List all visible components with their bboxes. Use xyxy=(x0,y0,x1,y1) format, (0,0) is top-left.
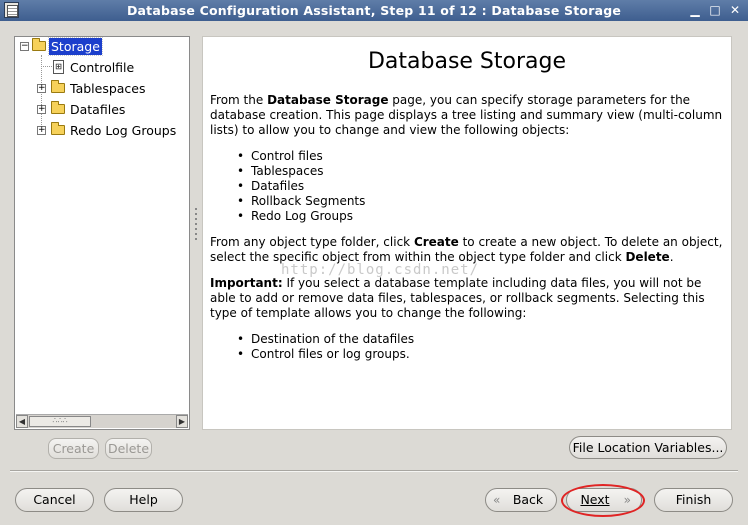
cancel-button[interactable]: Cancel xyxy=(15,488,94,512)
folder-icon xyxy=(51,101,65,114)
scrollbar-thumb[interactable]: ∴∴∴ xyxy=(29,416,91,427)
list-item: Control files or log groups. xyxy=(233,347,414,362)
expand-redo-log-groups-icon[interactable]: + xyxy=(37,126,46,135)
title-bar: Database Configuration Assistant, Step 1… xyxy=(0,0,748,21)
list-item: Redo Log Groups xyxy=(233,209,365,224)
expand-tablespaces-icon[interactable]: + xyxy=(37,84,46,93)
folder-icon xyxy=(51,80,65,93)
tree-item-label: Controlfile xyxy=(70,60,135,75)
list-item: Datafiles xyxy=(233,179,365,194)
tree-item-label: Tablespaces xyxy=(70,81,146,96)
panel-splitter[interactable] xyxy=(194,205,198,265)
delete-button[interactable]: Delete xyxy=(105,438,152,459)
list-item: Tablespaces xyxy=(233,164,365,179)
divider xyxy=(10,470,738,472)
document-icon: ⊞ xyxy=(53,60,64,74)
folder-open-icon xyxy=(32,38,46,51)
tree-item-label: Storage xyxy=(48,37,103,56)
close-icon[interactable]: ✕ xyxy=(726,2,744,18)
next-button[interactable]: Next » xyxy=(566,488,642,512)
back-button[interactable]: « Back xyxy=(485,488,557,512)
back-button-label: Back xyxy=(512,492,544,507)
list-item: Rollback Segments xyxy=(233,194,365,209)
collapse-storage-icon[interactable]: − xyxy=(20,42,29,51)
next-chevron-icon: » xyxy=(623,493,631,507)
help-button[interactable]: Help xyxy=(104,488,183,512)
expand-datafiles-icon[interactable]: + xyxy=(37,105,46,114)
create-delete-paragraph: From any object type folder, click Creat… xyxy=(210,235,723,264)
page-title: Database Storage xyxy=(367,49,567,74)
minimize-icon[interactable]: ▁ xyxy=(686,2,704,18)
window-title: Database Configuration Assistant, Step 1… xyxy=(126,3,622,18)
list-item: Control files xyxy=(233,149,365,164)
next-button-label: Next xyxy=(580,492,610,507)
intro-paragraph: From the Database Storage page, you can … xyxy=(210,93,723,137)
list-item: Destination of the datafiles xyxy=(233,332,414,347)
scroll-right-icon[interactable]: ▶ xyxy=(176,415,188,428)
important-paragraph: Important: If you select a database temp… xyxy=(210,276,705,320)
maximize-icon[interactable]: □ xyxy=(706,2,724,18)
tree-horizontal-scrollbar[interactable]: ◀ ∴∴∴ ▶ xyxy=(16,414,188,428)
scroll-left-icon[interactable]: ◀ xyxy=(16,415,28,428)
tree-line xyxy=(41,66,52,67)
changeable-list: Destination of the datafiles Control fil… xyxy=(233,332,414,362)
finish-button[interactable]: Finish xyxy=(654,488,733,512)
tree-item-label: Redo Log Groups xyxy=(70,123,177,138)
storage-tree[interactable]: − Storage ⊞ Controlfile + Tablespaces + … xyxy=(14,36,190,430)
tree-item-label: Datafiles xyxy=(70,102,126,117)
back-chevron-icon: « xyxy=(493,493,501,507)
create-button[interactable]: Create xyxy=(48,438,99,459)
file-location-variables-button[interactable]: File Location Variables... xyxy=(569,436,727,459)
objects-list: Control files Tablespaces Datafiles Roll… xyxy=(233,149,365,224)
help-content-pane: Database Storage From the Database Stora… xyxy=(202,36,732,430)
folder-icon xyxy=(51,122,65,135)
